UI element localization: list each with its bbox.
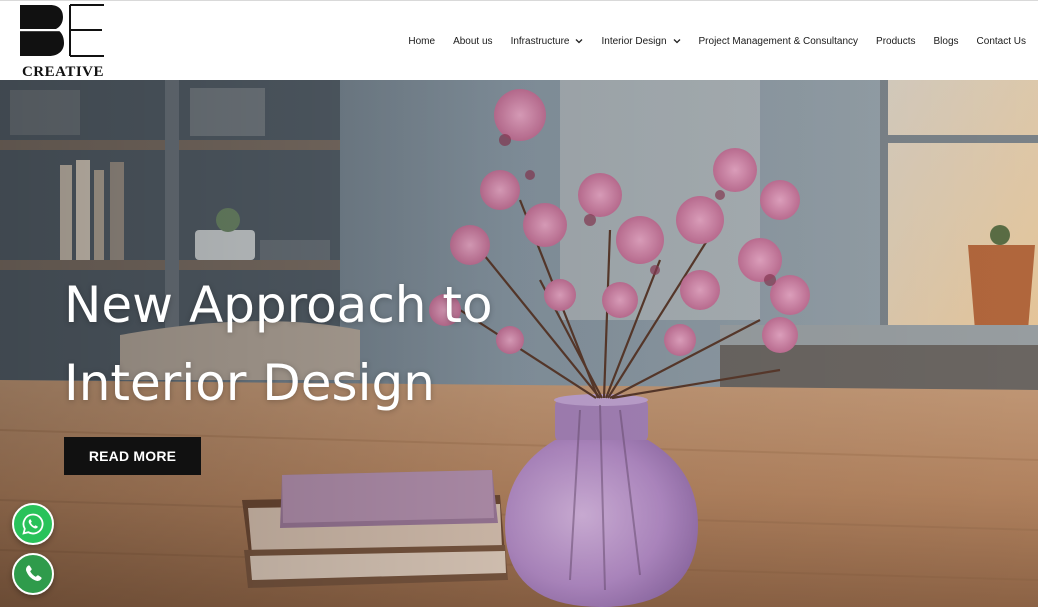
nav-item-about[interactable]: About us <box>453 36 492 47</box>
nav-item-blogs[interactable]: Blogs <box>934 36 959 47</box>
nav-item-contact[interactable]: Contact Us <box>977 36 1026 47</box>
whatsapp-button[interactable] <box>12 503 54 545</box>
nav-label: Contact Us <box>976 35 1026 47</box>
nav-item-interior-design[interactable]: Interior Design <box>601 36 680 47</box>
nav-item-project-management[interactable]: Project Management & Consultancy <box>699 36 859 47</box>
read-more-button[interactable]: READ MORE <box>64 437 201 475</box>
nav-label: Project Management & Consultancy <box>698 35 859 47</box>
chevron-down-icon[interactable] <box>673 37 681 45</box>
phone-icon <box>26 565 42 581</box>
site-header: CREATIVE Home About us Infrastructure In… <box>0 0 1038 80</box>
nav-label: Infrastructure <box>510 35 570 47</box>
whatsapp-icon <box>22 513 44 535</box>
nav-label: About us <box>453 35 493 47</box>
hero-headline-line-2: Interior Design <box>64 354 435 412</box>
hero-section: New Approach to Interior Design READ MOR… <box>0 80 1038 607</box>
hero-headline-line-1: New Approach to <box>64 276 493 334</box>
call-button[interactable] <box>12 553 54 595</box>
nav-item-infrastructure[interactable]: Infrastructure <box>511 36 584 47</box>
chevron-down-icon[interactable] <box>575 37 583 45</box>
nav-label: Products <box>876 35 916 47</box>
nav-label: Home <box>408 35 436 47</box>
main-nav: Home About us Infrastructure Interior De… <box>408 31 1026 51</box>
hero-headline: New Approach to Interior Design <box>64 266 624 422</box>
brand-logo[interactable]: CREATIVE <box>18 4 108 80</box>
nav-item-products[interactable]: Products <box>876 36 915 47</box>
nav-label: Blogs <box>933 35 959 47</box>
nav-item-home[interactable]: Home <box>408 36 435 47</box>
be-monogram-logo <box>20 4 104 57</box>
brand-name: CREATIVE <box>21 64 105 80</box>
nav-label: Interior Design <box>601 35 667 47</box>
